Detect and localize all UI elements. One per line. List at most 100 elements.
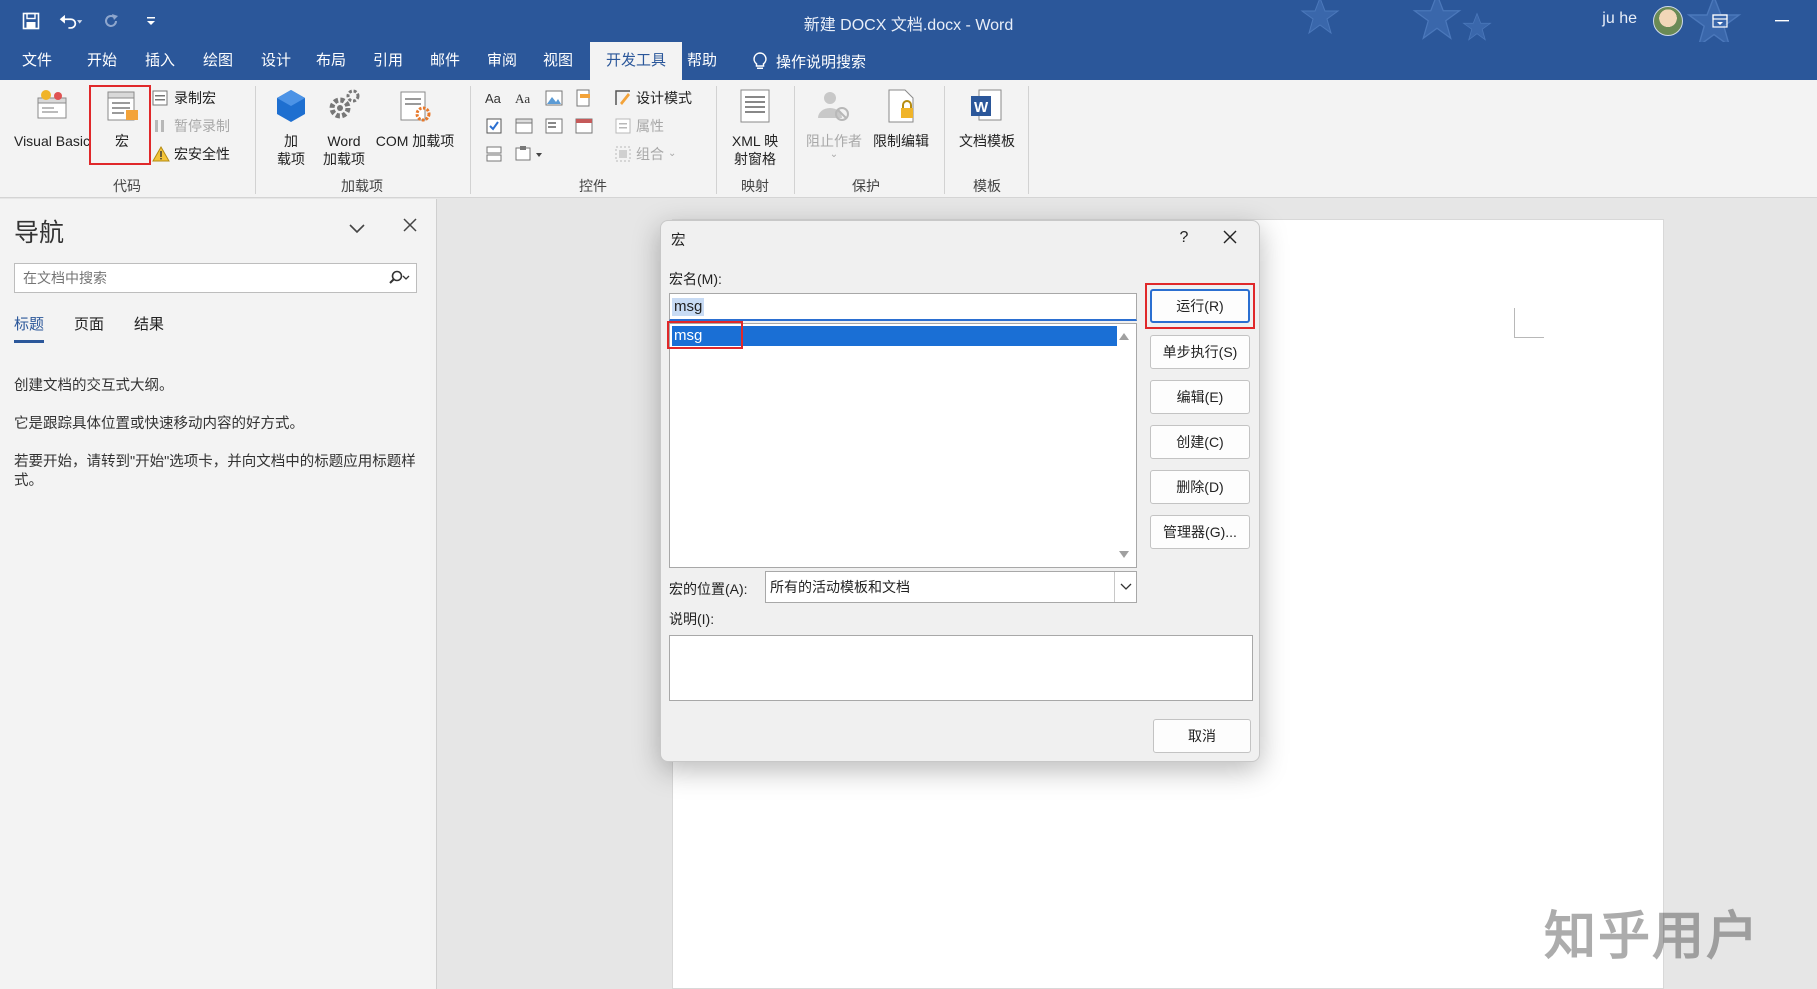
macro-location-select[interactable]: 所有的活动模板和文档 <box>765 571 1137 603</box>
group-button[interactable]: 组合 ⌄ <box>614 142 676 166</box>
building-block-control-icon[interactable] <box>574 86 594 110</box>
macro-name-value: msg <box>672 298 705 316</box>
gear-icon <box>329 89 360 119</box>
tab-draw[interactable]: 绘图 <box>192 42 244 80</box>
com-addins-icon <box>400 91 431 122</box>
tab-help[interactable]: 帮助 <box>676 42 728 80</box>
nav-hint-line3: 若要开始，请转到"开始"选项卡，并向文档中的标题应用标题样式。 <box>14 454 416 489</box>
nav-tab-pages[interactable]: 页面 <box>74 313 104 343</box>
nav-search-input[interactable] <box>15 264 375 292</box>
delete-button[interactable]: 删除(D) <box>1150 470 1250 504</box>
addins-icon <box>277 90 305 122</box>
edit-button[interactable]: 编辑(E) <box>1150 380 1250 414</box>
tab-references[interactable]: 引用 <box>362 42 414 80</box>
lock-document-icon <box>888 89 914 123</box>
pause-recording-button[interactable]: 暂停录制 <box>152 114 230 138</box>
help-button[interactable]: ? <box>1170 225 1198 251</box>
list-scrollbar[interactable] <box>1117 325 1135 566</box>
record-macro-label: 录制宏 <box>174 90 216 106</box>
date-picker-control-icon[interactable] <box>574 114 594 138</box>
description-label: 说明(I): <box>669 611 715 627</box>
block-authors-label: 阻止作者 <box>806 133 862 149</box>
create-button[interactable]: 创建(C) <box>1150 425 1250 459</box>
record-macro-button[interactable]: 录制宏 <box>152 86 216 110</box>
tab-view[interactable]: 视图 <box>532 42 584 80</box>
macro-list[interactable]: msg <box>669 323 1137 568</box>
restrict-editing-button[interactable]: 限制编辑 <box>868 86 934 150</box>
nav-tab-results[interactable]: 结果 <box>134 313 164 343</box>
addins-label-line1: 加 <box>284 133 298 149</box>
ribbon-display-options-icon[interactable] <box>1705 8 1735 34</box>
svg-text:Aa: Aa <box>485 91 502 106</box>
chevron-down-icon[interactable] <box>348 221 366 238</box>
user-name[interactable]: ju he <box>1602 10 1637 28</box>
properties-label: 属性 <box>636 118 664 134</box>
visual-basic-button[interactable]: Visual Basic <box>10 86 94 150</box>
tell-me-search[interactable]: 操作说明搜索 <box>752 42 866 80</box>
close-icon <box>1223 230 1237 244</box>
com-addins-button[interactable]: COM 加载项 <box>372 86 458 150</box>
combo-box-control-icon[interactable] <box>514 114 534 138</box>
design-mode-button[interactable]: 设计模式 <box>614 86 692 110</box>
group-separator <box>470 86 471 194</box>
title-bar: 新建 DOCX 文档.docx - Word ju he <box>0 0 1817 42</box>
nav-search-box <box>14 263 417 293</box>
group-separator <box>794 86 795 194</box>
search-icon[interactable] <box>388 270 410 286</box>
macro-security-label: 宏安全性 <box>174 146 230 162</box>
group-label-templates: 模板 <box>973 178 1001 194</box>
rich-text-control-icon[interactable]: Aa <box>484 86 504 110</box>
picture-control-icon[interactable] <box>544 86 564 110</box>
nav-tab-headings[interactable]: 标题 <box>14 313 45 343</box>
group-label: 组合 <box>636 146 664 162</box>
tab-developer[interactable]: 开发工具 <box>590 42 682 80</box>
scroll-up-icon[interactable] <box>1119 333 1129 340</box>
group-label-addins: 加载项 <box>341 178 383 194</box>
dialog-close-button[interactable] <box>1215 225 1245 251</box>
xml-mapping-pane-button[interactable]: XML 映 射窗格 <box>724 86 786 168</box>
avatar[interactable] <box>1653 6 1683 36</box>
record-macro-icon <box>152 90 168 106</box>
watermark: 知乎用户 <box>1544 907 1761 967</box>
minimize-icon[interactable] <box>1767 8 1797 34</box>
tab-layout[interactable]: 布局 <box>305 42 357 80</box>
organizer-button[interactable]: 管理器(G)... <box>1150 515 1250 549</box>
addins-button[interactable]: 加 载项 <box>268 86 314 168</box>
document-template-button[interactable]: W 文档模板 <box>952 86 1022 150</box>
dialog-title: 宏 <box>671 233 686 249</box>
group-label-controls: 控件 <box>579 178 607 194</box>
tab-review[interactable]: 审阅 <box>476 42 528 80</box>
repeating-section-control-icon[interactable] <box>484 142 504 166</box>
macro-name-label: 宏名(M): <box>669 271 722 287</box>
macros-dialog: 宏 ? 宏名(M): msg msg 运行(R) 单步执行(S) 编辑(E) 创… <box>660 220 1260 762</box>
tell-me-label: 操作说明搜索 <box>776 53 867 71</box>
tab-mailings[interactable]: 邮件 <box>419 42 471 80</box>
step-into-button[interactable]: 单步执行(S) <box>1150 335 1250 369</box>
legacy-tools-icon[interactable] <box>514 142 544 166</box>
pause-icon <box>155 120 164 132</box>
selected-macro-highlight-box <box>667 321 743 349</box>
checkbox-control-icon[interactable] <box>484 114 504 138</box>
block-authors-button[interactable]: 阻止作者 ⌄ <box>802 86 866 160</box>
description-field[interactable] <box>669 635 1253 701</box>
tab-insert[interactable]: 插入 <box>134 42 186 80</box>
addins-label-line2: 载项 <box>277 151 305 167</box>
dropdown-list-control-icon[interactable] <box>544 114 564 138</box>
tab-file[interactable]: 文件 <box>8 42 66 80</box>
word-addins-button[interactable]: Word 加载项 <box>318 86 370 168</box>
tab-design[interactable]: 设计 <box>250 42 302 80</box>
macro-security-button[interactable]: 宏安全性 <box>152 142 230 166</box>
visual-basic-label: Visual Basic <box>13 133 90 149</box>
cancel-button[interactable]: 取消 <box>1153 719 1251 753</box>
run-highlight-box <box>1145 283 1255 329</box>
macro-name-input[interactable]: msg <box>669 293 1137 321</box>
word-addins-label-line2: 加载项 <box>323 151 365 167</box>
chevron-down-icon[interactable] <box>1114 572 1136 602</box>
close-icon[interactable] <box>402 217 418 237</box>
scroll-down-icon[interactable] <box>1119 551 1129 558</box>
properties-button[interactable]: 属性 <box>614 114 664 138</box>
lightbulb-icon <box>753 52 767 69</box>
tab-home[interactable]: 开始 <box>76 42 128 80</box>
plain-text-control-icon[interactable]: Aa <box>514 86 534 110</box>
group-label-mapping: 映射 <box>741 178 769 194</box>
